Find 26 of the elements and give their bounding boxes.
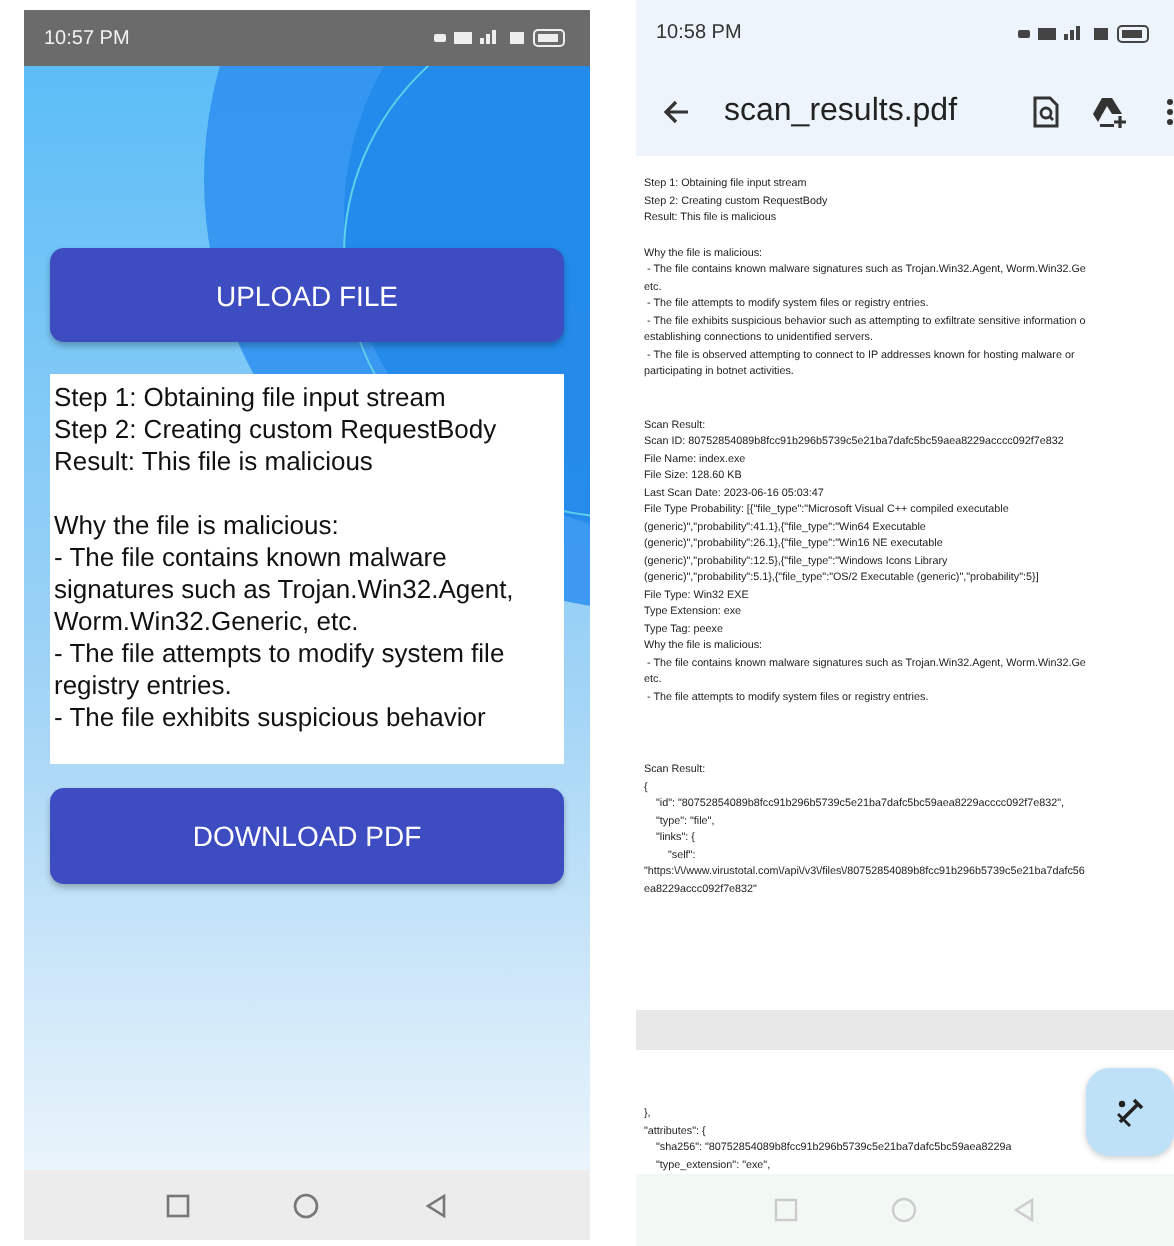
result-line: Why the file is malicious: xyxy=(54,510,341,542)
back-arrow-icon[interactable] xyxy=(660,95,692,127)
back-icon[interactable] xyxy=(421,1191,450,1219)
result-line: - The file exhibits suspicious behavior xyxy=(54,702,488,734)
document-title: scan_results.pdf xyxy=(724,93,960,129)
upload-file-button[interactable]: UPLOAD FILE xyxy=(50,248,564,342)
result-line: Step 1: Obtaining file input stream xyxy=(54,382,448,414)
edit-button[interactable] xyxy=(1086,1068,1174,1156)
status-icons-drawing xyxy=(430,28,570,48)
result-line: registry entries. xyxy=(54,670,234,702)
status-time: 10:58 PM xyxy=(656,22,742,44)
result-line: Step 2: Creating custom RequestBody xyxy=(54,414,499,446)
status-icons-drawing xyxy=(1014,23,1154,43)
edit-icon xyxy=(1114,1096,1146,1128)
result-line: - The file contains known malware xyxy=(54,542,449,574)
result-line: Worm.Win32.Generic, etc. xyxy=(54,606,361,638)
page-search-icon[interactable] xyxy=(1032,95,1060,127)
more-icon[interactable] xyxy=(1166,95,1174,127)
triangle-plus-icon[interactable] xyxy=(1092,95,1128,127)
download-pdf-button[interactable]: DOWNLOAD PDF xyxy=(50,788,564,884)
home-icon[interactable] xyxy=(292,1191,321,1219)
result-line: Result: This file is malicious xyxy=(54,446,375,478)
result-line: signatures such as Trojan.Win32.Agent, xyxy=(54,574,516,606)
recents-icon[interactable] xyxy=(164,1191,193,1219)
status-time: 10:57 PM xyxy=(44,27,130,49)
result-line: - The file attempts to modify system file xyxy=(54,638,507,670)
